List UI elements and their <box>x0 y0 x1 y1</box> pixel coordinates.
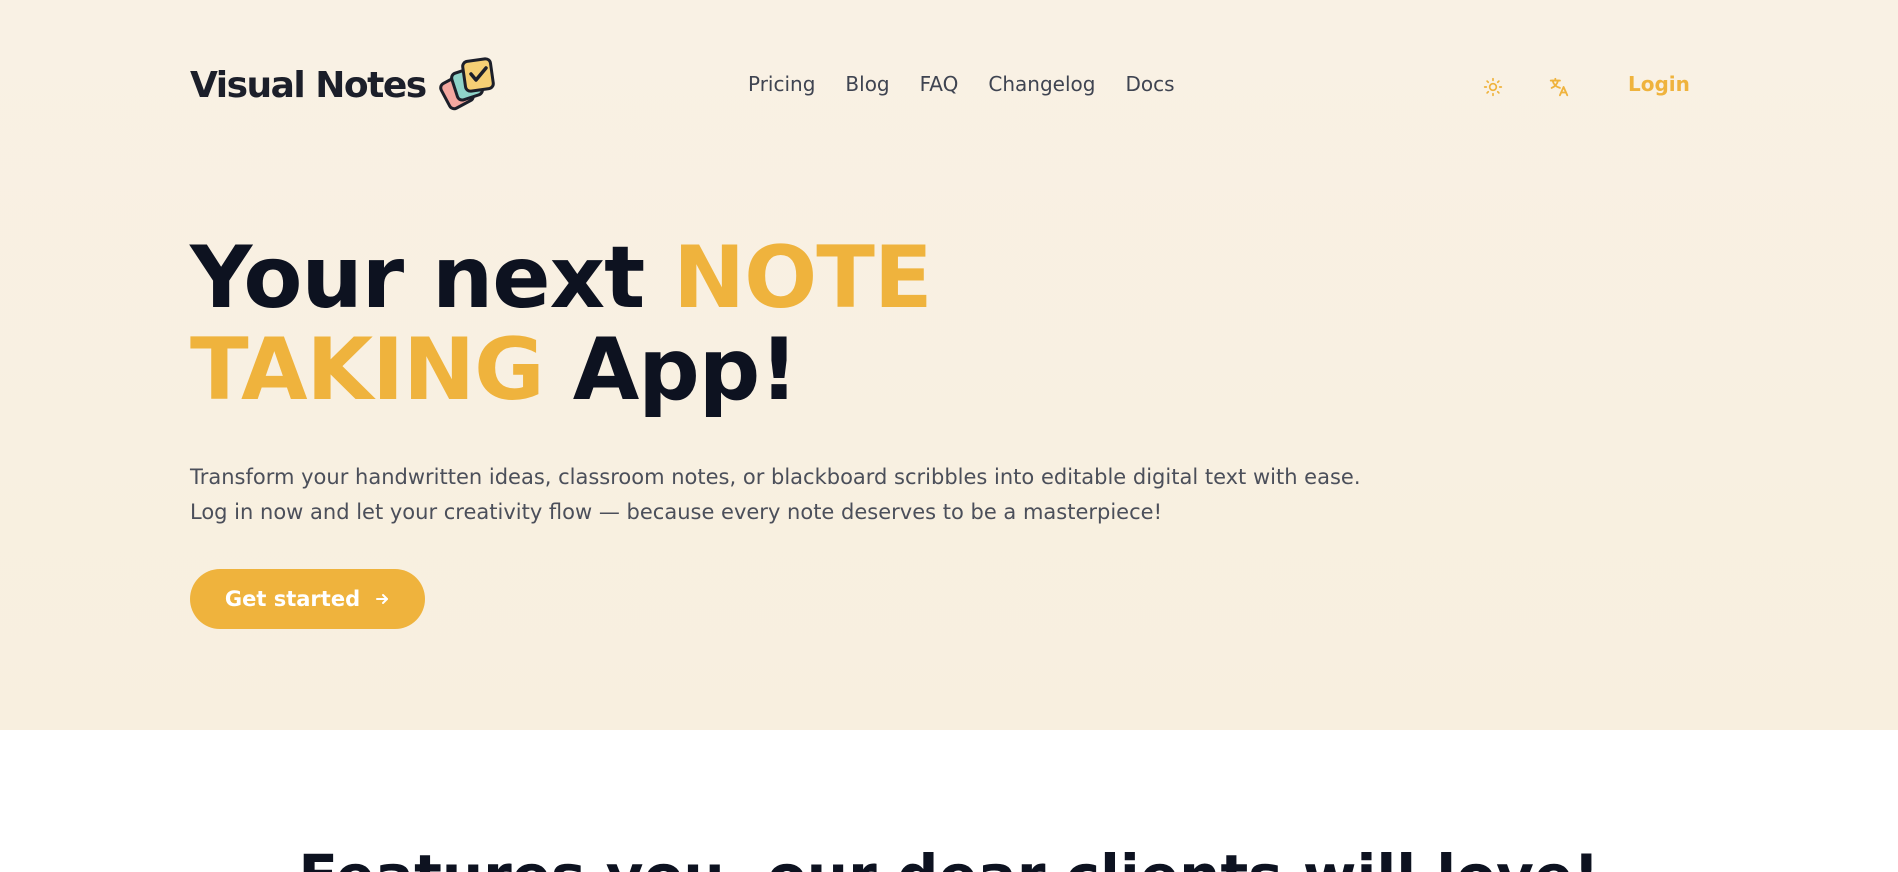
stacked-notes-checkmark-icon <box>438 57 495 111</box>
get-started-label: Get started <box>224 587 361 611</box>
brand-logo[interactable]: Visual Notes <box>190 56 498 114</box>
translate-icon <box>1549 77 1569 97</box>
headline-part1: Your next <box>190 228 674 328</box>
headline-accent-taking: TAKING <box>190 320 545 420</box>
arrow-right-icon <box>376 594 389 604</box>
site-header: Visual Notes Pricing Blog FAQ Changelog … <box>0 0 1898 172</box>
main-nav: Pricing Blog FAQ Changelog Docs <box>748 72 1175 96</box>
subtitle-line-2: Log in now and let your creativity flow … <box>190 500 1162 524</box>
headline-accent-note: NOTE <box>673 228 932 328</box>
subtitle-line-1: Transform your handwritten ideas, classr… <box>190 465 1361 489</box>
language-switch-button[interactable] <box>1545 73 1573 101</box>
get-started-button[interactable]: Get started <box>190 569 425 629</box>
features-title: Features you, our dear clients will love… <box>0 842 1898 872</box>
theme-toggle-button[interactable] <box>1479 73 1507 101</box>
nav-docs[interactable]: Docs <box>1125 72 1174 96</box>
nav-blog[interactable]: Blog <box>845 72 889 96</box>
hero-headline: Your next NOTE TAKING App! <box>190 232 1090 416</box>
nav-faq[interactable]: FAQ <box>920 72 959 96</box>
sun-icon <box>1483 77 1503 97</box>
brand-name: Visual Notes <box>190 64 427 106</box>
nav-pricing[interactable]: Pricing <box>748 72 815 96</box>
hero-subtitle: Transform your handwritten ideas, classr… <box>190 460 1440 530</box>
nav-changelog[interactable]: Changelog <box>988 72 1095 96</box>
login-link[interactable]: Login <box>1628 72 1690 96</box>
headline-part2: App! <box>543 320 799 420</box>
